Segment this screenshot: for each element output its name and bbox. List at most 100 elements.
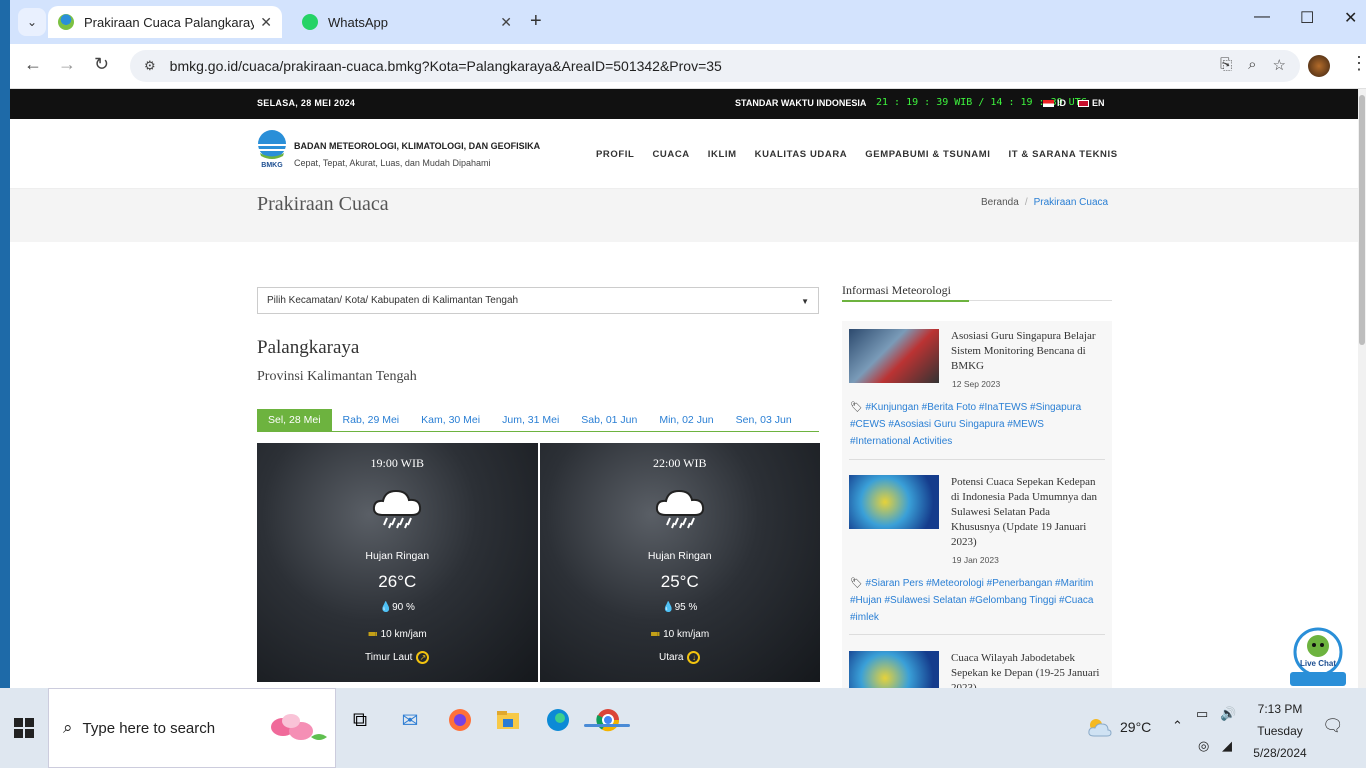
rain-cloud-icon: [655, 489, 704, 529]
search-highlight-decoration-icon: [271, 714, 327, 740]
volume-icon[interactable]: 🔊: [1220, 706, 1236, 722]
day-tab[interactable]: Rab, 29 Mei: [332, 409, 411, 431]
lang-id-link[interactable]: ID: [1043, 98, 1066, 108]
compass-icon: ↓: [687, 651, 701, 664]
news-title[interactable]: Cuaca Wilayah Jabodetabek Sepekan ke Dep…: [951, 651, 1101, 688]
menu-kebab-icon[interactable]: ⋮: [1350, 53, 1366, 74]
news-thumbnail[interactable]: [849, 651, 939, 688]
site-info-icon[interactable]: ⚙: [144, 58, 156, 74]
city-name: Palangkaraya: [257, 337, 360, 358]
page-scrollbar[interactable]: [1358, 89, 1366, 688]
news-tag-list[interactable]: #Siaran Pers #Meteorologi #Penerbangan #…: [850, 578, 1094, 623]
maximize-button[interactable]: ☐: [1300, 8, 1314, 28]
minimize-button[interactable]: —: [1254, 8, 1270, 26]
taskbar-clock[interactable]: 7:13 PM Tuesday 5/28/2024: [1248, 698, 1312, 764]
news-divider: [849, 459, 1105, 460]
page-title-bar: Prakiraan Cuaca Beranda / Prakiraan Cuaca: [10, 189, 1358, 242]
windows-start-icon[interactable]: [14, 718, 34, 738]
day-tab[interactable]: Sel, 28 Mei: [257, 409, 332, 431]
forward-arrow-icon[interactable]: →: [58, 54, 76, 75]
tag-icon: 🏷: [850, 402, 866, 413]
close-tab-icon[interactable]: ✕: [500, 14, 512, 31]
forecast-direction: Utara: [659, 652, 684, 664]
news-sidebar: Asosiasi Guru Singapura Belajar Sistem M…: [842, 321, 1112, 688]
forecast-time: 19:00 WIB: [370, 456, 424, 470]
wifi-icon[interactable]: ◢: [1222, 738, 1232, 754]
nav-cuaca[interactable]: CUACA: [652, 149, 689, 160]
news-date: 12 Sep 2023: [952, 379, 1001, 389]
tab-whatsapp[interactable]: WhatsApp ✕: [292, 6, 522, 38]
day-tab[interactable]: Kam, 30 Mei: [410, 409, 491, 431]
scrollbar-thumb[interactable]: [1359, 95, 1365, 345]
standard-time-label: STANDAR WAKTU INDONESIA: [735, 98, 867, 108]
logo-text: BMKG: [261, 162, 283, 169]
day-tab[interactable]: Sab, 01 Jun: [570, 409, 648, 431]
nav-iklim[interactable]: IKLIM: [708, 149, 737, 160]
forecast-direction: Timur Laut: [365, 652, 413, 664]
taskbar-weather-temp: 29°C: [1120, 719, 1152, 735]
bmkg-logo[interactable]: BMKG: [257, 129, 287, 169]
notification-icon[interactable]: 🗨: [1322, 716, 1344, 736]
nav-profil[interactable]: PROFIL: [596, 149, 634, 160]
forecast-wind: 10 km/jam: [380, 629, 427, 640]
region-select-value: Pilih Kecamatan/ Kota/ Kabupaten di Kali…: [267, 295, 519, 306]
meet-now-icon[interactable]: ◎: [1198, 738, 1209, 754]
forecast-direction-row: Utara ↓: [540, 651, 821, 664]
mail-icon[interactable]: ✉: [396, 706, 424, 734]
forecast-cards: 19:00 WIB Hujan Ringan 26°C 💧90 % ≕ 10 k…: [257, 443, 820, 682]
back-arrow-icon[interactable]: ←: [24, 54, 42, 75]
live-chat-label: Live Chat: [1300, 659, 1336, 668]
breadcrumb-current[interactable]: Prakiraan Cuaca: [1034, 197, 1108, 208]
org-name: BADAN METEOROLOGI, KLIMATOLOGI, DAN GEOF…: [294, 141, 541, 151]
nav-gempabumi[interactable]: GEMPABUMI & TSUNAMI: [865, 149, 990, 160]
firefox-icon[interactable]: [446, 706, 474, 734]
file-explorer-icon[interactable]: [494, 706, 522, 734]
web-page: SELASA, 28 MEI 2024 STANDAR WAKTU INDONE…: [10, 89, 1358, 688]
breadcrumb-home[interactable]: Beranda: [981, 197, 1019, 208]
tab-search-button[interactable]: ⌄: [18, 8, 46, 36]
url-text[interactable]: bmkg.go.id/cuaca/prakiraan-cuaca.bmkg?Ko…: [170, 58, 722, 74]
chrome-icon[interactable]: [594, 706, 622, 734]
close-window-button[interactable]: ✕: [1344, 8, 1357, 28]
tab-title: WhatsApp: [328, 14, 388, 30]
lang-en-link[interactable]: EN: [1078, 98, 1105, 108]
water-drop-icon: 💧: [379, 602, 393, 613]
chevron-up-icon[interactable]: ⌃: [1172, 718, 1183, 734]
news-tag-list[interactable]: #Kunjungan #Berita Foto #InaTEWS #Singap…: [850, 402, 1081, 447]
news-title[interactable]: Asosiasi Guru Singapura Belajar Sistem M…: [951, 329, 1101, 374]
translate-icon[interactable]: ⎘: [1220, 56, 1232, 74]
reload-icon[interactable]: ↻: [94, 54, 109, 75]
address-bar[interactable]: ⚙ bmkg.go.id/cuaca/prakiraan-cuaca.bmkg?…: [130, 50, 1300, 82]
bmkg-favicon-icon: [58, 14, 74, 30]
breadcrumb-separator: /: [1024, 197, 1028, 208]
taskbar-search-box[interactable]: ⌕ Type here to search: [48, 688, 336, 768]
bookmark-star-icon[interactable]: ☆: [1273, 56, 1286, 74]
close-tab-icon[interactable]: ✕: [260, 14, 272, 31]
forecast-card: 22:00 WIB Hujan Ringan 25°C 💧95 % ≕ 10 k…: [539, 443, 821, 682]
taskbar-weather[interactable]: 29°C: [1086, 716, 1151, 738]
new-tab-button[interactable]: +: [530, 10, 542, 33]
caret-down-icon: ▼: [801, 297, 809, 306]
live-chat-widget[interactable]: Live Chat: [1286, 626, 1350, 688]
day-tab[interactable]: Jum, 31 Mei: [491, 409, 570, 431]
forecast-direction-row: Timur Laut ↗: [257, 651, 538, 664]
browser-toolbar: ← → ↻ ⚙ bmkg.go.id/cuaca/prakiraan-cuaca…: [10, 44, 1366, 89]
edge-icon[interactable]: [544, 706, 572, 734]
zoom-icon[interactable]: ⌕: [1248, 56, 1256, 74]
day-tab[interactable]: Min, 02 Jun: [648, 409, 724, 431]
region-select[interactable]: Pilih Kecamatan/ Kota/ Kabupaten di Kali…: [257, 287, 819, 314]
news-thumbnail[interactable]: [849, 329, 939, 383]
news-title[interactable]: Potensi Cuaca Sepekan Kedepan di Indones…: [951, 475, 1101, 550]
news-thumbnail[interactable]: [849, 475, 939, 529]
tab-bmkg[interactable]: Prakiraan Cuaca Palangkaraya - ✕: [48, 6, 282, 38]
wind-icon: ≕: [367, 629, 381, 640]
nav-it-sarana[interactable]: IT & SARANA TEKNIS: [1009, 149, 1118, 160]
task-view-icon[interactable]: ⧉: [346, 706, 374, 734]
network-icon[interactable]: ▭: [1196, 706, 1208, 722]
day-tab[interactable]: Sen, 03 Jun: [725, 409, 803, 431]
profile-avatar[interactable]: [1308, 55, 1330, 77]
taskbar-time: 7:13 PM: [1257, 702, 1303, 716]
sidebar-title: Informasi Meteorologi: [842, 283, 951, 297]
wind-icon: ≕: [650, 629, 664, 640]
nav-kualitas-udara[interactable]: KUALITAS UDARA: [755, 149, 848, 160]
